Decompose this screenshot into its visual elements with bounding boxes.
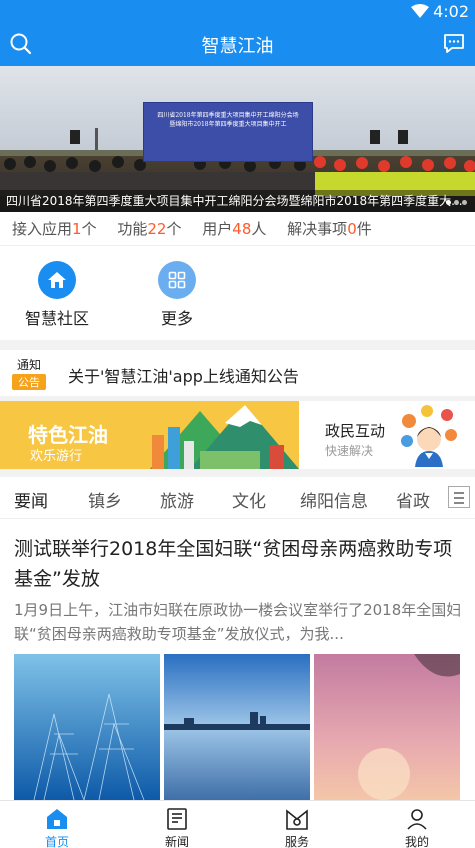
tab-tourism[interactable]: 旅游: [160, 487, 194, 512]
app-label: 智慧社区: [24, 309, 89, 328]
nav-label: 服务: [284, 835, 309, 848]
wifi-icon: [411, 4, 429, 18]
nav-services[interactable]: 服务: [257, 807, 337, 848]
customer-service-illustration: [401, 405, 457, 467]
home-nav-icon: [47, 809, 67, 829]
promo-tourism[interactable]: 特色江油 欢乐游行: [0, 401, 299, 469]
promo-strip: 特色江油 欢乐游行 政民互动 快速解决: [0, 401, 475, 469]
buildings-image: [14, 654, 160, 800]
menu-line: [454, 502, 464, 504]
promo-interaction[interactable]: 政民互动 快速解决: [299, 401, 475, 469]
stat-apps: 接入应用1个: [12, 220, 97, 238]
pager-dot: [462, 200, 467, 205]
banner-board-line2: 暨绵阳市2018年第四季度重大项目集中开工: [169, 121, 287, 128]
news-tabs: 要闻 镇乡 旅游 文化 绵阳信息 省政: [0, 477, 475, 519]
tab-mianyang-info[interactable]: 绵阳信息: [300, 487, 368, 512]
section-divider: [0, 469, 475, 477]
menu-line: [454, 497, 464, 499]
notice-text[interactable]: 关于'智慧江油'app上线通知公告: [68, 363, 299, 387]
promo-left-subtitle: 欢乐游行: [30, 449, 83, 464]
status-time: 4:02: [433, 2, 469, 21]
pager-dot: [446, 200, 451, 205]
app-bar: 智慧江油: [0, 22, 475, 66]
news-banner[interactable]: 四川省2018年第四季度重大项目集中开工绵阳分会场 暨绵阳市2018年第四季度重…: [0, 66, 475, 212]
tab-provincial-gov[interactable]: 省政: [396, 487, 430, 512]
stat-users: 用户48人: [202, 220, 267, 238]
message-icon[interactable]: [443, 32, 465, 54]
article-thumbnail-sunset[interactable]: [314, 654, 460, 800]
tab-culture[interactable]: 文化: [232, 487, 266, 512]
article-thumbnail-skyline[interactable]: [164, 654, 310, 800]
banner-caption: 四川省2018年第四季度重大项目集中开工绵阳分会场暨绵阳市2018年第四季度重大…: [0, 190, 475, 212]
notice-badge-bottom: 公告: [12, 374, 46, 390]
stat-resolved: 解决事项0件: [287, 220, 372, 238]
stats-bar: 接入应用1个 功能22个 用户48人 解决事项0件: [0, 212, 475, 246]
banner-stage-board: 四川省2018年第四季度重大项目集中开工绵阳分会场 暨绵阳市2018年第四季度重…: [143, 102, 313, 162]
notice-badge: 通知 公告: [12, 356, 46, 390]
news-article[interactable]: 测试联举行2018年全国妇联“贫困母亲两癌救助专项基金”发放 1月9日上午，江油…: [0, 520, 475, 800]
tab-headlines[interactable]: 要闻: [14, 487, 48, 512]
notice-bar[interactable]: 通知 公告 关于'智慧江油'app上线通知公告: [0, 350, 475, 396]
tabs-menu-icon[interactable]: [448, 486, 470, 508]
skyline-image: [164, 654, 310, 800]
banner-board-line1: 四川省2018年第四季度重大项目集中开工绵阳分会场: [157, 112, 299, 119]
app-title: 智慧江油: [201, 36, 274, 57]
bottom-navigation: 首页 新闻 服务 我的: [0, 800, 475, 848]
app-label: 更多: [160, 309, 193, 328]
article-title[interactable]: 测试联举行2018年全国妇联“贫困母亲两癌救助专项基金”发放: [14, 534, 464, 594]
article-summary: 1月9日上午，江油市妇联在原政协一楼会议室举行了2018年全国妇联“贫困母亲两癌…: [14, 601, 462, 643]
nav-label: 新闻: [164, 835, 189, 848]
pager-dot: [454, 200, 459, 205]
section-divider: [0, 340, 475, 350]
nav-profile[interactable]: 我的: [377, 807, 457, 848]
app-more[interactable]: 更多: [132, 261, 222, 329]
article-thumbnail-buildings[interactable]: [14, 654, 160, 800]
notice-badge-top: 通知: [16, 358, 41, 372]
tab-towns[interactable]: 镇乡: [88, 487, 122, 512]
app-grid: 智慧社区 更多: [0, 247, 475, 339]
stat-features: 功能22个: [117, 220, 182, 238]
nav-label: 首页: [44, 835, 69, 848]
promo-left-title: 特色江油: [28, 423, 108, 447]
promo-right-subtitle: 快速解决: [325, 444, 374, 458]
banner-pager: [446, 200, 467, 205]
home-icon: [38, 261, 76, 299]
menu-line: [454, 492, 464, 494]
status-bar: 4:02: [0, 0, 475, 22]
sunset-image: [314, 654, 460, 800]
news-icon: [167, 808, 187, 830]
nav-home[interactable]: 首页: [17, 807, 97, 848]
profile-icon: [407, 809, 427, 830]
grid-icon: [158, 261, 196, 299]
promo-right-title: 政民互动: [325, 422, 386, 440]
nav-news[interactable]: 新闻: [137, 807, 217, 848]
nav-label: 我的: [404, 835, 429, 848]
service-icon: [286, 809, 308, 830]
app-smart-community[interactable]: 智慧社区: [12, 261, 102, 329]
